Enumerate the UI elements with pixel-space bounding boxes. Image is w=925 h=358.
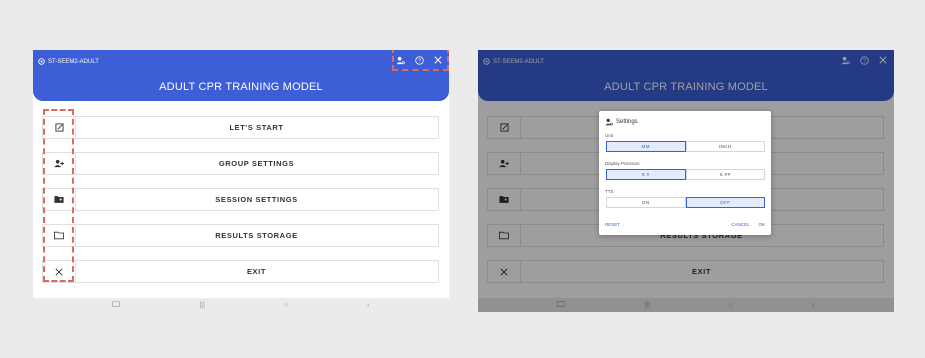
unit-option-mm[interactable]: MM bbox=[606, 141, 686, 152]
settings-dialog: Settings Unit MM INCH Display Precision … bbox=[599, 111, 771, 235]
menu-item-label: GROUP SETTINGS bbox=[218, 159, 295, 168]
menu-item-label: SESSION SETTINGS bbox=[215, 195, 298, 204]
settings-person-icon bbox=[605, 118, 613, 126]
top-icons-highlight bbox=[392, 50, 449, 71]
unit-label: Unit bbox=[605, 133, 614, 138]
reset-button[interactable]: RESET bbox=[605, 222, 620, 227]
back-button[interactable]: ‹ bbox=[367, 302, 369, 309]
precision-label: Display Precision bbox=[605, 161, 640, 166]
menu-item-group-settings[interactable]: GROUP SETTINGS bbox=[42, 152, 439, 175]
app-screen-right: ST-SEEM2-ADULT ? ADULT CPR TRAINING MODE… bbox=[478, 50, 894, 312]
precision-option-2[interactable]: 0.## bbox=[685, 169, 765, 180]
menu-item-exit[interactable]: EXIT bbox=[42, 260, 439, 283]
tts-segmented-control: ON OFF bbox=[606, 197, 765, 208]
app-small-title: ST-SEEM2-ADULT bbox=[38, 58, 99, 65]
precision-option-1[interactable]: 0.# bbox=[606, 169, 686, 180]
unit-option-inch[interactable]: INCH bbox=[685, 141, 765, 152]
tts-option-off[interactable]: OFF bbox=[685, 197, 765, 208]
menu-item-label: EXIT bbox=[246, 267, 267, 276]
system-navbar: ||| ○ ‹ bbox=[33, 298, 449, 312]
recent-apps-button[interactable]: ||| bbox=[199, 302, 204, 309]
menu-item-label: LET'S START bbox=[229, 123, 284, 132]
screenshot-icon[interactable] bbox=[112, 300, 121, 310]
app-small-title-text: ST-SEEM2-ADULT bbox=[48, 58, 99, 65]
precision-segmented-control: 0.# 0.## bbox=[606, 169, 765, 180]
home-button[interactable]: ○ bbox=[284, 302, 288, 309]
menu-item-label: RESULTS STORAGE bbox=[215, 231, 298, 240]
dialog-title-text: Settings bbox=[616, 119, 638, 125]
app-logo-icon bbox=[38, 58, 45, 65]
icon-column-highlight bbox=[43, 109, 74, 282]
page-title: ADULT CPR TRAINING MODEL bbox=[159, 81, 323, 93]
menu-item-results-storage[interactable]: RESULTS STORAGE bbox=[42, 224, 439, 247]
dialog-title: Settings bbox=[605, 118, 638, 126]
app-header: ST-SEEM2-ADULT ? ADULT CPR TRAINING MODE… bbox=[33, 50, 449, 101]
menu-item-lets-start[interactable]: LET'S START bbox=[42, 116, 439, 139]
unit-segmented-control: MM INCH bbox=[606, 141, 765, 152]
cancel-button[interactable]: CANCEL bbox=[731, 222, 749, 227]
ok-button[interactable]: OK bbox=[758, 222, 765, 227]
tts-option-on[interactable]: ON bbox=[606, 197, 686, 208]
menu-item-session-settings[interactable]: SESSION SETTINGS bbox=[42, 188, 439, 211]
dialog-actions: RESET CANCEL OK bbox=[605, 222, 765, 227]
tts-label: TTS bbox=[605, 189, 614, 194]
app-screen-left: ST-SEEM2-ADULT ? ADULT CPR TRAINING MODE… bbox=[33, 50, 449, 312]
